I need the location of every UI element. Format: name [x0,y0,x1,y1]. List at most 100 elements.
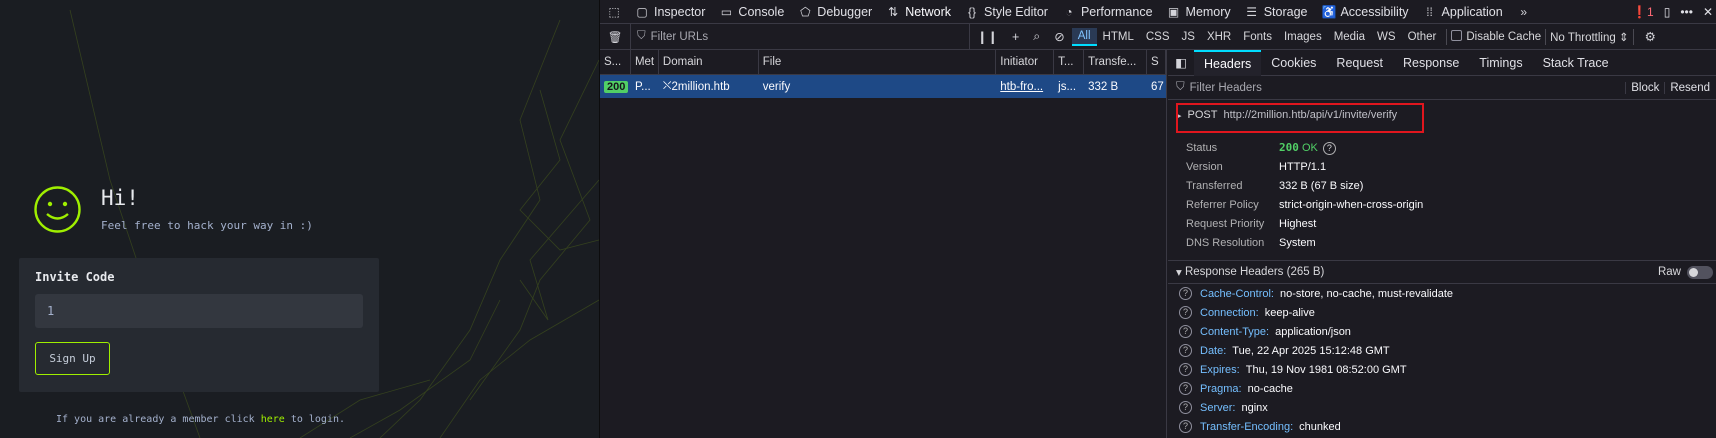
help-icon[interactable]: ? [1179,420,1192,433]
help-icon[interactable]: ? [1179,306,1192,319]
header-value: Thu, 19 Nov 1981 08:52:00 GMT [1245,363,1407,376]
header-name: Date: [1200,344,1227,357]
column-type[interactable]: T... [1054,50,1085,74]
filter-type-other[interactable]: Other [1402,29,1443,45]
column-status[interactable]: S... [600,50,631,74]
tab-memory[interactable]: ▣ Memory [1160,0,1238,24]
row-file: verify [762,80,791,93]
gear-icon[interactable]: ⚙ [1638,29,1663,44]
raw-toggle[interactable]: Raw [1658,265,1713,279]
tab-label: Application [1441,4,1503,19]
filter-type-xhr[interactable]: XHR [1201,29,1237,45]
column-initiator[interactable]: Initiator [996,50,1055,74]
row-domain: ⛌ 2million.htb [659,75,759,98]
tab-headers[interactable]: Headers [1194,49,1262,76]
pick-element-icon: ⬚ [608,4,620,19]
login-link[interactable]: here [261,414,285,425]
style-editor-icon: {} [968,4,977,19]
more-tabs-button[interactable]: » [1510,0,1538,24]
tab-cookies[interactable]: Cookies [1261,50,1326,76]
tab-timings[interactable]: Timings [1469,50,1532,76]
tab-accessibility[interactable]: ♿ Accessibility [1314,0,1415,24]
tab-application[interactable]: ⁞⁞ Application [1416,0,1510,24]
devtools-toolbar: ⬚ ▢ Inspector ▭ Console ⬠ Debugger ⇅ Network… [600,0,1716,24]
pause-icon[interactable]: ❙❙ [970,29,1005,44]
filter-type-ws[interactable]: WS [1371,29,1402,45]
toggle-switch[interactable] [1687,265,1713,279]
help-icon[interactable]: ? [1179,325,1192,338]
info-key: Referrer Policy [1186,198,1259,211]
toggle-panel-icon[interactable]: ◧ [1168,55,1194,70]
filter-type-all[interactable]: All [1071,27,1097,46]
filter-type-media[interactable]: Media [1328,29,1371,45]
tab-stack-trace[interactable]: Stack Trace [1533,50,1619,76]
tab-performance[interactable]: ◔ Performance [1055,0,1160,24]
response-headers-section[interactable]: ▾ Response Headers (265 B) Raw [1168,260,1716,284]
help-icon[interactable]: ? [1179,344,1192,357]
filter-type-css[interactable]: CSS [1140,29,1176,45]
tab-storage[interactable]: ☰ Storage [1238,0,1315,24]
tab-request[interactable]: Request [1326,50,1393,76]
checkbox-icon [1451,30,1463,41]
column-size[interactable]: S [1147,50,1166,74]
help-icon[interactable]: ? [1179,382,1192,395]
close-icon[interactable]: ✕ [1703,5,1713,19]
column-domain[interactable]: Domain [659,50,759,74]
filter-type-html[interactable]: HTML [1097,29,1140,45]
row-initiator[interactable]: htb-fro... [996,75,1054,98]
column-transferred[interactable]: Transfe... [1084,50,1148,74]
block-icon[interactable]: ⊘ [1047,29,1071,44]
list-item: ? Connection: keep-alive [1168,303,1716,322]
filter-headers-field[interactable]: ⛉ Filter Headers Block Resend [1168,76,1716,100]
throttling-select[interactable]: No Throttling ⇕ [1550,30,1628,44]
help-icon[interactable]: ? [1179,363,1192,376]
greeting-tagline: Feel free to hack your way in :) [101,219,313,232]
search-icon[interactable]: ⌕ [1026,29,1047,44]
filter-type-images[interactable]: Images [1278,29,1328,45]
help-icon[interactable]: ? [1322,141,1336,155]
list-item: ? Pragma: no-cache [1168,379,1716,398]
tab-network[interactable]: ⇅ Network [879,0,958,24]
row-type: js... [1058,80,1077,93]
help-icon[interactable]: ? [1179,401,1192,414]
network-toolbar: 🗑 ⛉ Filter URLs ❙❙ + ⌕ ⊘ All HTML CSS JS… [600,23,1716,50]
add-icon[interactable]: + [1005,30,1026,44]
pick-element-button[interactable]: ⬚ [600,0,628,24]
tab-debugger[interactable]: ⬠ Debugger [791,0,879,24]
filter-urls-field[interactable]: ⛉ Filter URLs [630,23,970,50]
tab-console[interactable]: ▭ Console [712,0,791,24]
tab-label: Debugger [817,4,873,19]
accessibility-icon: ♿ [1321,4,1337,19]
list-item: ? Transfer-Encoding: chunked [1168,417,1716,436]
sign-up-button[interactable]: Sign Up [35,342,110,375]
tab-inspector[interactable]: ▢ Inspector [628,0,712,24]
header-name: Cache-Control: [1200,287,1274,300]
clear-requests-icon[interactable]: 🗑 [600,30,630,44]
filter-type-fonts[interactable]: Fonts [1237,29,1278,45]
tab-response[interactable]: Response [1393,50,1469,76]
status-code: 200 [1279,140,1299,154]
help-icon[interactable]: ? [1179,287,1192,300]
list-item: ? Cache-Control: no-store, no-cache, must-… [1168,284,1716,303]
column-method[interactable]: Met [631,50,659,74]
header-name: Connection: [1200,306,1259,319]
tab-style-editor[interactable]: {} Style Editor [958,0,1055,24]
table-row[interactable]: 200 P... ⛌ 2million.htb verify htb-fro..… [600,75,1166,98]
devtools-panel: ⬚ ▢ Inspector ▭ Console ⬠ Debugger ⇅ Network… [599,0,1716,438]
invite-code-input[interactable] [35,294,363,328]
header-value: no-cache [1247,382,1293,395]
resend-button[interactable]: Resend [1664,82,1715,94]
column-file[interactable]: File [759,50,997,74]
disable-cache-checkbox[interactable]: Disable Cache [1451,30,1541,43]
filter-urls-placeholder: Filter URLs [650,30,709,43]
header-name: Content-Type: [1200,325,1270,338]
error-count-badge[interactable]: ❗1 [1632,5,1654,19]
more-options-icon[interactable]: ••• [1680,5,1693,19]
tab-label: Performance [1080,4,1153,19]
info-row: Referrer Policy strict-origin-when-cross-… [1186,195,1716,214]
dock-icon[interactable]: ▯ [1664,5,1671,19]
storage-icon: ☰ [1246,4,1258,19]
filter-type-js[interactable]: JS [1176,29,1201,45]
divider [1545,28,1547,45]
block-button[interactable]: Block [1625,82,1664,94]
